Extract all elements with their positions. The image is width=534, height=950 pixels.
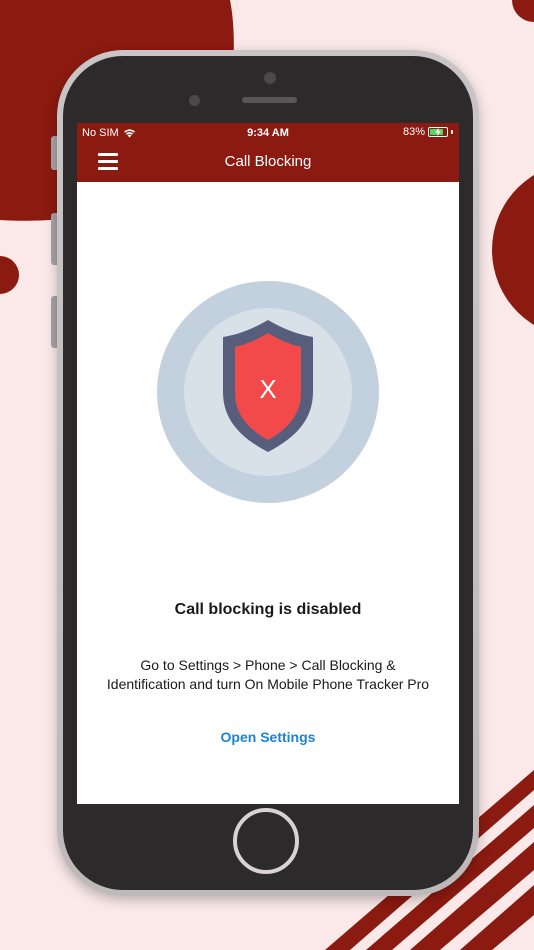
front-sensor <box>264 72 276 84</box>
shield-illustration: X <box>156 280 380 504</box>
front-camera <box>189 95 200 106</box>
battery-icon <box>428 127 448 137</box>
battery-percent: 83% <box>402 126 425 138</box>
instructions-line-1: Go to Settings > Phone > Call Blocking & <box>140 657 396 673</box>
status-right: 83% <box>403 126 453 138</box>
charging-bolt-icon <box>435 128 441 136</box>
battery-tip <box>451 130 453 134</box>
instructions-text: Go to Settings > Phone > Call Blocking &… <box>87 656 449 694</box>
message-title: Call blocking is disabled <box>174 601 362 618</box>
shield-x-icon: X <box>157 281 379 503</box>
open-settings-button[interactable]: Open Settings <box>77 729 459 745</box>
home-button[interactable] <box>233 808 299 874</box>
page-title: Call Blocking <box>224 153 312 170</box>
status-bar: No SIM 9:34 AM 83% <box>77 123 459 142</box>
status-time: 9:34 AM <box>247 127 289 139</box>
app-screen: No SIM 9:34 AM 83% Call Blocking X Call … <box>77 123 459 804</box>
navigation-bar: Call Blocking <box>77 142 459 182</box>
instructions-line-2: Identification and turn On Mobile Phone … <box>106 676 430 692</box>
shield-mark: X <box>259 374 276 404</box>
earpiece-speaker <box>242 97 297 103</box>
